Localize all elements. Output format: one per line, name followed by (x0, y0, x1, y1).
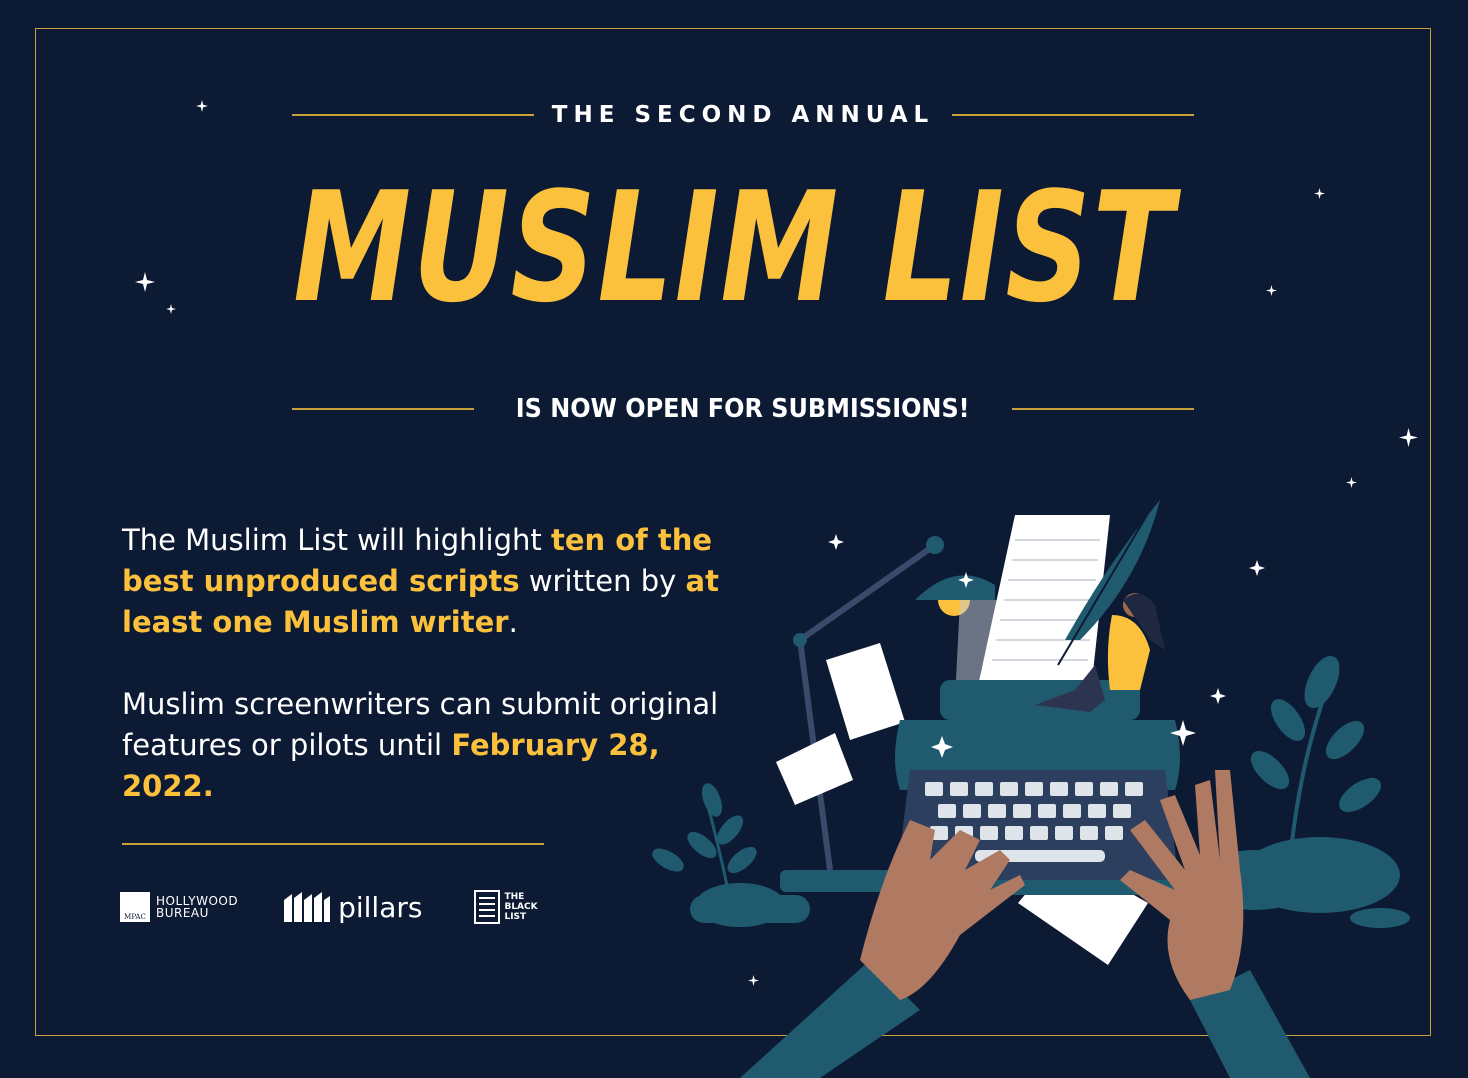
pillars-logo: pillars (284, 891, 422, 924)
p1-text-c: . (508, 605, 518, 639)
paragraph-deadline: Muslim screenwriters can submit original… (122, 684, 722, 807)
subtitle-rule-left (292, 408, 475, 410)
subtitle-row: IS NOW OPEN FOR SUBMISSIONS! (292, 392, 1195, 426)
main-title: MUSLIM LIST (293, 159, 1175, 336)
sparkle-star-icon (1399, 428, 1418, 447)
bl-line-1: THE (504, 892, 525, 902)
bureau-line: BUREAU (156, 906, 209, 920)
black-list-logo: THE BLACK LIST (474, 890, 538, 924)
body-divider (122, 843, 544, 845)
sparkle-star-icon (196, 100, 208, 112)
kicker-rule-right (952, 114, 1194, 116)
mpac-mark-icon: MPAC (120, 892, 150, 922)
mpac-label: MPAC (124, 913, 146, 921)
leaf-plant-right-icon (1250, 655, 1381, 861)
leaf-plant-left-icon (652, 783, 757, 901)
kicker-text: THE SECOND ANNUAL (551, 102, 935, 128)
black-list-mark-icon (474, 890, 501, 924)
subtitle-text: IS NOW OPEN FOR SUBMISSIONS! (516, 394, 970, 424)
crescent-moon-icon (1217, 556, 1250, 599)
kicker-rule-left (292, 114, 534, 116)
hollywood-bureau-logo: MPAC HOLLYWOOD BUREAU (120, 892, 238, 922)
p1-text-a: The Muslim List will highlight (122, 523, 551, 557)
subtitle-rule-right (1011, 408, 1195, 410)
body-copy: The Muslim List will highlight ten of th… (122, 520, 722, 848)
partner-logos: MPAC HOLLYWOOD BUREAU pillars THE BLACK … (120, 885, 538, 929)
sparkle-star-icon (1314, 188, 1325, 199)
sparkle-star-icon (135, 272, 155, 292)
sparkle-star-icon (1346, 477, 1357, 488)
typewriter-illustration (652, 500, 1410, 1078)
bl-line-3: LIST (504, 912, 527, 922)
pillars-word: pillars (338, 890, 423, 924)
kicker-row: THE SECOND ANNUAL (292, 100, 1194, 130)
pillars-mark-icon (284, 892, 331, 922)
bl-line-2: BLACK (504, 902, 538, 912)
paragraph-highlight: The Muslim List will highlight ten of th… (122, 520, 722, 643)
